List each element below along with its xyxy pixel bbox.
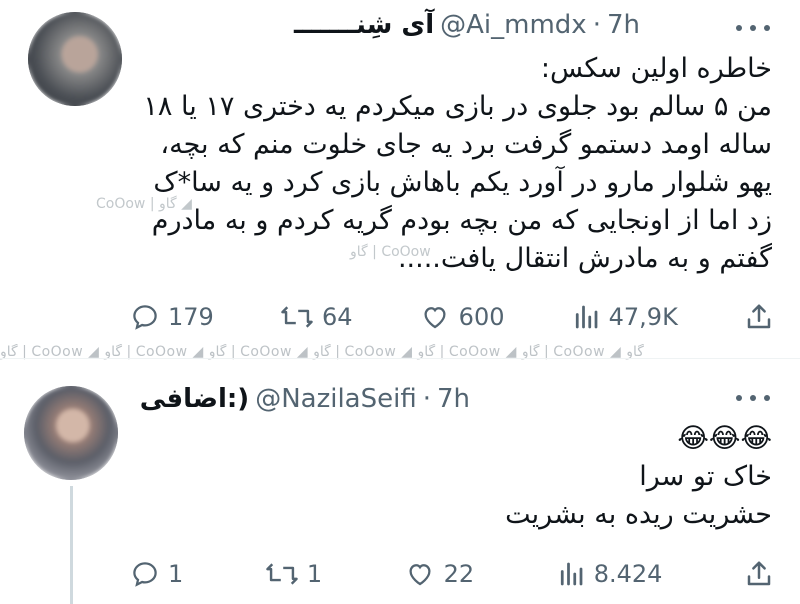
separator-dot: · bbox=[592, 10, 601, 40]
watermark-text: گاو | CoOow bbox=[350, 244, 431, 260]
retweet-count: 1 bbox=[306, 560, 323, 588]
views-icon bbox=[575, 305, 598, 329]
reply-button[interactable]: 179 bbox=[130, 302, 214, 332]
retweet-button[interactable]: 64 bbox=[280, 302, 353, 332]
watermark-strip: گاو | CoOow ◢ گاو | CoOow ◢ گاو | CoOow … bbox=[0, 344, 644, 360]
tweet-header: آی شِنـــــــ @Ai_mmdx · 7h bbox=[294, 10, 640, 40]
views-count: 47,9K bbox=[608, 303, 678, 331]
tweet-text-line: حشریت ریده به بشریت bbox=[505, 499, 772, 530]
retweet-button[interactable]: 1 bbox=[265, 559, 322, 589]
user-handle[interactable]: @NazilaSeifi bbox=[255, 384, 417, 414]
display-name[interactable]: آی شِنـــــــ bbox=[294, 10, 434, 40]
watermark-text: CoOow | گاو ◢ bbox=[96, 196, 192, 212]
like-button[interactable]: 600 bbox=[419, 302, 505, 332]
tweet-1[interactable]: آی شِنـــــــ @Ai_mmdx · 7h خاطره اولین … bbox=[0, 0, 800, 352]
share-icon bbox=[747, 304, 771, 329]
retweet-icon bbox=[281, 306, 313, 328]
views-count: 8.424 bbox=[593, 560, 663, 588]
tweet-text-line: خاطره اولین سکس: bbox=[540, 53, 772, 84]
reply-icon bbox=[133, 562, 157, 587]
retweet-icon bbox=[266, 563, 298, 585]
tweet-text-line: 😂😂😂 bbox=[677, 423, 772, 454]
views-icon bbox=[560, 562, 583, 586]
action-bar: 179 64 600 47,9K bbox=[130, 297, 774, 337]
separator-dot: · bbox=[422, 384, 431, 414]
share-icon bbox=[747, 561, 771, 586]
tweet-text-line: گفتم و به مادرش انتقال یافت..... bbox=[397, 243, 772, 274]
views-button[interactable]: 47,9K bbox=[571, 302, 678, 332]
reply-icon bbox=[133, 305, 157, 330]
tweet-text-line: من ۵ سالم بود جلوی در بازی میکردم یه دخت… bbox=[143, 91, 772, 122]
tweet-text-line: یهو شلوار مارو در آورد یکم باهاش بازی کر… bbox=[153, 167, 772, 198]
views-button[interactable]: 8.424 bbox=[556, 559, 663, 589]
more-icon[interactable] bbox=[736, 392, 770, 404]
user-handle[interactable]: @Ai_mmdx bbox=[440, 10, 587, 40]
reply-count: 1 bbox=[168, 560, 184, 588]
divider bbox=[0, 358, 800, 359]
avatar[interactable] bbox=[24, 386, 118, 480]
like-icon bbox=[424, 307, 446, 329]
retweet-count: 64 bbox=[321, 303, 353, 331]
timestamp[interactable]: 7h bbox=[607, 10, 640, 40]
tweet-header: اضافی:) @NazilaSeifi · 7h bbox=[140, 384, 470, 414]
reply-button[interactable]: 1 bbox=[130, 559, 183, 589]
tweet-text: 😂😂😂 خاک تو سرا حشریت ریده به بشریت bbox=[112, 420, 772, 534]
reply-count: 179 bbox=[168, 303, 214, 331]
like-count: 22 bbox=[443, 560, 475, 588]
tweet-text: خاطره اولین سکس: من ۵ سالم بود جلوی در ب… bbox=[112, 50, 772, 278]
share-button[interactable] bbox=[744, 559, 774, 589]
action-bar: 1 1 22 8.424 bbox=[130, 554, 774, 594]
share-button[interactable] bbox=[744, 302, 774, 332]
tweet-text-line: ساله اومد دستمو گرفت برد یه جای خلوت منم… bbox=[160, 129, 772, 160]
tweet-text-line: زد اما از اونجایی که من بچه بودم گریه کر… bbox=[151, 205, 772, 236]
like-icon bbox=[409, 564, 431, 586]
avatar[interactable] bbox=[28, 12, 122, 106]
thread-line bbox=[70, 486, 73, 604]
display-name[interactable]: اضافی:) bbox=[140, 384, 249, 414]
more-icon[interactable] bbox=[736, 22, 770, 34]
timestamp[interactable]: 7h bbox=[437, 384, 470, 414]
like-button[interactable]: 22 bbox=[404, 559, 475, 589]
like-count: 600 bbox=[458, 303, 505, 331]
tweet-text-line: خاک تو سرا bbox=[639, 461, 772, 492]
